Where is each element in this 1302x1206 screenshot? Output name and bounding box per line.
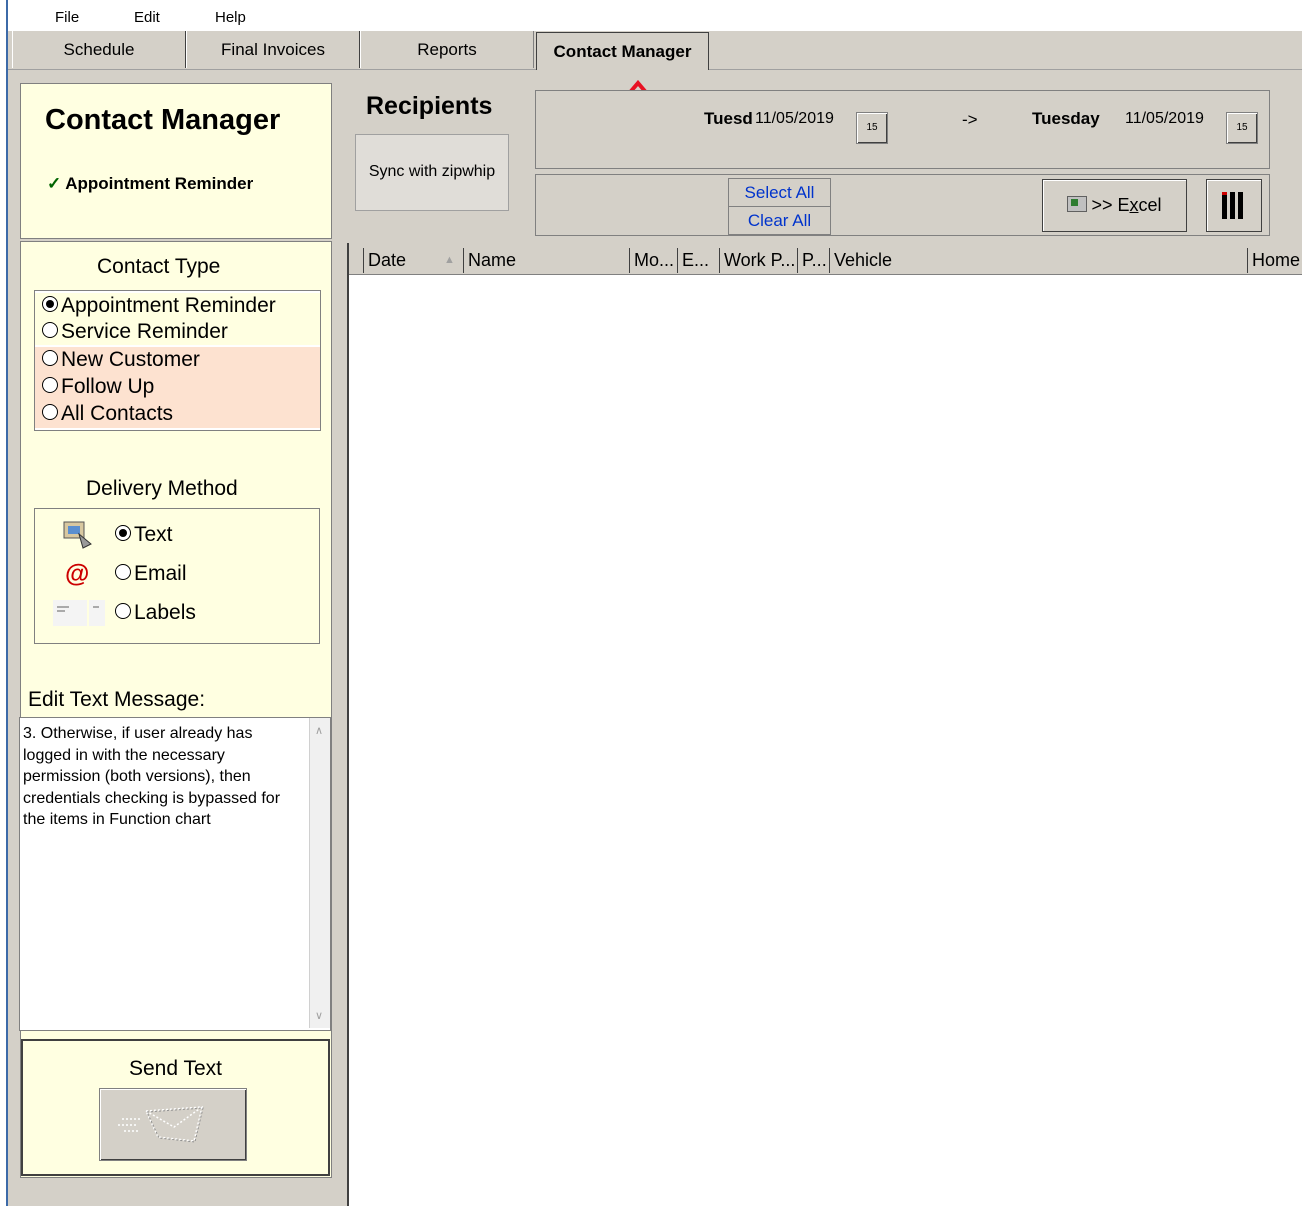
col-phone[interactable]: P... <box>797 248 829 273</box>
radio-label: Email <box>134 562 187 585</box>
excel-label-prefix: >> E <box>1091 195 1130 215</box>
to-date-value[interactable]: 11/05/2019 <box>1125 110 1204 128</box>
from-date-value[interactable]: 11/05/2019 <box>755 110 834 128</box>
radio-text[interactable]: Text <box>35 517 319 553</box>
delivery-method-group: Text @ Email Labels <box>34 508 320 644</box>
radio-button-icon <box>115 603 131 620</box>
radio-label: New Customer <box>61 348 200 371</box>
col-vehicle[interactable]: Vehicle <box>829 248 1247 273</box>
select-all-button[interactable]: Select All <box>728 178 831 207</box>
selected-type-label: ✓ Appointment Reminder <box>47 174 253 194</box>
message-text[interactable]: 3. Otherwise, if user already has logged… <box>23 723 303 831</box>
radio-text-option: Text <box>108 517 173 553</box>
selection-panel: Select All Clear All >> Excel <box>535 174 1270 236</box>
tab-contact-manager[interactable]: Contact Manager <box>536 32 709 70</box>
tab-final-invoices[interactable]: Final Invoices <box>186 31 361 68</box>
message-scrollbar[interactable]: ∧ ∨ <box>309 718 330 1028</box>
radio-service-reminder[interactable]: Service Reminder <box>35 319 320 345</box>
radio-email-option: Email <box>108 556 187 592</box>
export-excel-button[interactable]: >> Excel <box>1042 179 1187 232</box>
radio-labels[interactable]: Labels <box>35 595 319 631</box>
tab-strip: Schedule Final Invoices Reports Contact … <box>8 31 1302 70</box>
columns-button[interactable] <box>1206 179 1262 232</box>
scroll-down-icon[interactable]: ∨ <box>315 1009 323 1022</box>
col-work-phone[interactable]: Work P... <box>719 248 797 273</box>
menu-file[interactable]: File <box>55 9 79 26</box>
grid-header: Date ▲ Name Mo... E... Work P... P... Veh… <box>349 243 1302 275</box>
edit-message-title: Edit Text Message: <box>28 688 206 711</box>
radio-email[interactable]: @ Email <box>35 556 319 592</box>
excel-label-suffix: cel <box>1138 195 1162 215</box>
date-range-arrow: -> <box>962 110 978 129</box>
contact-type-group: Appointment Reminder Service Reminder Ne… <box>34 290 321 431</box>
col-name[interactable]: Name <box>463 248 629 273</box>
radio-label: All Contacts <box>61 402 174 425</box>
menu-help[interactable]: Help <box>215 9 246 26</box>
radio-labels-option: Labels <box>108 595 196 631</box>
excel-icon <box>1067 196 1088 213</box>
selected-type-text: Appointment Reminder <box>65 174 254 193</box>
from-calendar-icon[interactable]: 15 <box>856 112 888 144</box>
message-textarea[interactable]: 3. Otherwise, if user already has logged… <box>19 717 331 1031</box>
col-home[interactable]: Home <box>1247 248 1302 273</box>
page-title: Contact Manager <box>45 104 281 136</box>
radio-button-icon <box>115 525 131 542</box>
radio-label: Follow Up <box>61 375 155 398</box>
labels-icon <box>53 600 105 626</box>
at-sign-icon: @ <box>65 560 90 588</box>
radio-new-customer[interactable]: New Customer <box>35 347 320 373</box>
radio-button-icon <box>115 564 131 581</box>
clear-all-button[interactable]: Clear All <box>728 206 831 235</box>
to-day-label: Tuesday <box>1032 109 1100 128</box>
radio-button-icon <box>42 404 58 421</box>
contacts-grid[interactable]: Date ▲ Name Mo... E... Work P... P... Veh… <box>347 243 1302 1206</box>
scroll-up-icon[interactable]: ∧ <box>315 724 323 737</box>
radio-button-icon <box>42 377 58 394</box>
radio-label: Labels <box>134 601 196 624</box>
contact-manager-header: Contact Manager ✓ Appointment Reminder <box>20 83 332 239</box>
tab-reports[interactable]: Reports <box>360 31 534 68</box>
send-text-title: Send Text <box>128 1057 222 1080</box>
excel-label-accel: x <box>1129 195 1139 215</box>
radio-label: Text <box>134 523 173 546</box>
tab-schedule[interactable]: Schedule <box>12 31 187 68</box>
col-date-label: Date <box>368 250 407 270</box>
radio-label: Service Reminder <box>61 320 228 343</box>
menu-edit[interactable]: Edit <box>134 9 160 26</box>
send-button[interactable] <box>99 1088 247 1161</box>
recipients-title: Recipients <box>366 92 493 120</box>
radio-follow-up[interactable]: Follow Up <box>35 374 320 400</box>
date-range-panel: Tuesd 11/05/2019 15 -> Tuesday 11/05/201… <box>535 90 1270 169</box>
col-email[interactable]: E... <box>677 248 719 273</box>
from-day-label: Tuesd <box>704 109 753 128</box>
send-text-panel: Send Text <box>21 1039 330 1176</box>
radio-label: Appointment Reminder <box>61 294 276 317</box>
columns-icon <box>1222 192 1243 219</box>
menu-bar: File Edit Help <box>8 0 1302 30</box>
col-date[interactable]: Date ▲ <box>363 248 463 273</box>
sync-zipwhip-label: Sync with zipwhip <box>368 163 496 180</box>
delivery-method-title: Delivery Method <box>86 477 238 500</box>
col-mobile[interactable]: Mo... <box>629 248 677 273</box>
send-envelope-icon <box>118 1106 204 1143</box>
sync-zipwhip-button[interactable]: Sync with zipwhip <box>355 134 509 211</box>
contact-type-title: Contact Type <box>97 255 221 278</box>
radio-appointment-reminder[interactable]: Appointment Reminder <box>35 293 320 319</box>
radio-all-contacts[interactable]: All Contacts <box>35 401 320 427</box>
radio-button-icon <box>42 350 58 367</box>
to-calendar-icon[interactable]: 15 <box>1226 112 1258 144</box>
radio-button-icon <box>42 296 58 313</box>
checkmark-icon: ✓ <box>47 174 62 193</box>
sort-ascending-icon: ▲ <box>444 254 455 266</box>
text-message-icon <box>63 521 92 549</box>
radio-button-icon <box>42 322 58 339</box>
